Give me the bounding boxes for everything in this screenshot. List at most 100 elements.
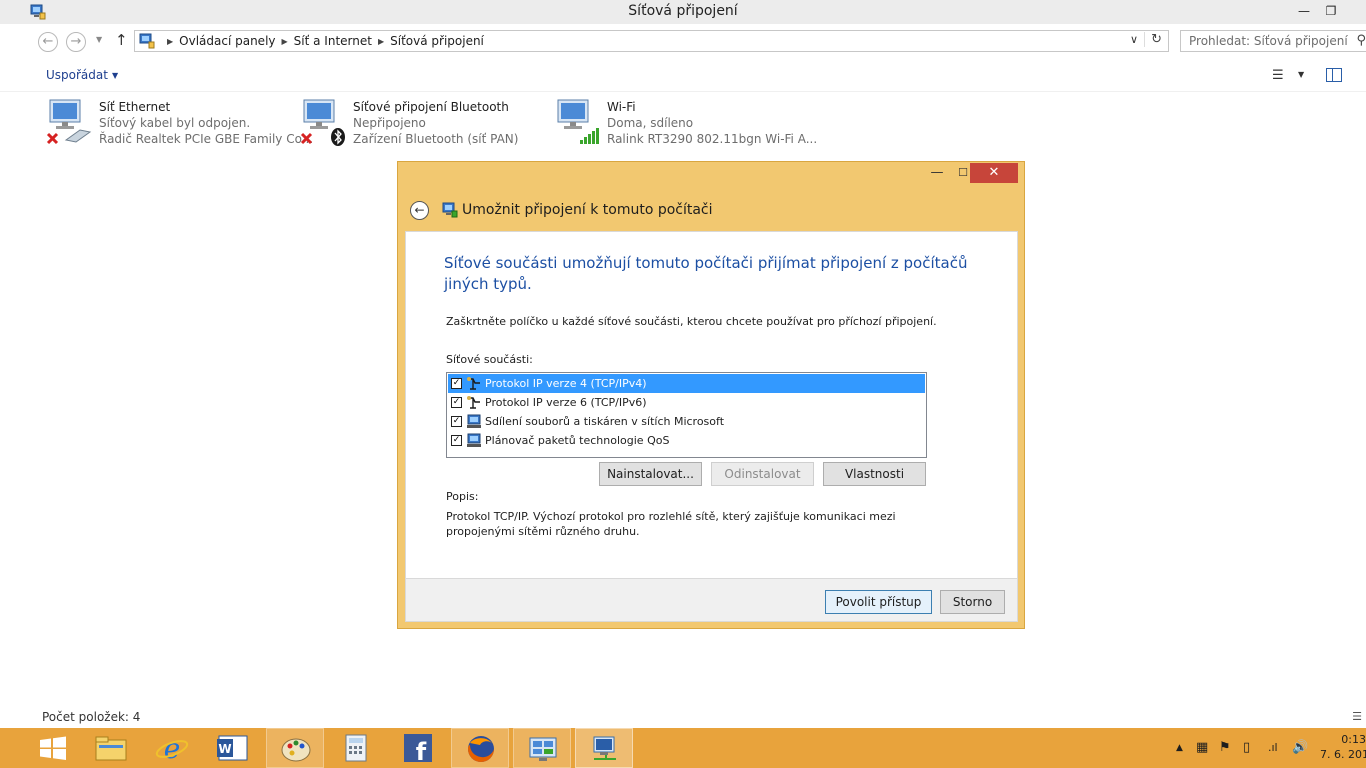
dialog-instruction: Zaškrtněte políčko u každé síťové součás… [446,315,937,328]
change-view-icon[interactable]: ☰ [1272,68,1284,83]
chevron-right-icon[interactable]: ▶ [282,37,288,46]
properties-button[interactable]: Vlastnosti [823,462,926,486]
list-item[interactable]: ✓ Protokol IP verze 4 (TCP/IPv4) [448,374,925,393]
incoming-connection-dialog: — ☐ ✕ ← Umožnit připojení k tomuto počít… [397,161,1025,629]
chevron-right-icon[interactable]: ▶ [167,37,173,46]
organize-menu-button[interactable]: Uspořádat ▼ [46,68,118,82]
connection-item-wifi[interactable]: Wi-Fi Doma, sdíleno Ralink RT3290 802.11… [554,96,817,150]
dialog-back-button[interactable]: ← [410,201,429,220]
status-bar: Počet položek: 4 ☰ [0,706,1366,728]
ethernet-adapter-icon [46,99,92,145]
breadcrumb-network-connections[interactable]: Síťová připojení [390,34,484,48]
taskbar-firefox[interactable] [451,728,509,768]
show-hidden-icons-button[interactable]: ▲ [1176,743,1183,753]
view-options-dropdown[interactable]: ▼ [1298,70,1304,79]
dialog-minimize-button[interactable]: — [925,164,949,184]
connection-item-bluetooth[interactable]: Síťové připojení Bluetooth Nepřipojeno Z… [300,96,550,150]
refresh-button[interactable]: ↻ [1144,32,1162,47]
breadcrumb-control-panel[interactable]: Ovládací panely [179,34,275,48]
clock-time: 0:13 [1341,733,1366,746]
volume-icon[interactable]: 🔊 [1292,740,1308,755]
components-label: Síťové součásti: [446,353,533,366]
checkbox[interactable]: ✓ [451,435,462,446]
uninstall-button[interactable]: Odinstalovat [711,462,814,486]
clock-date: 7. 6. 2014 [1320,748,1366,761]
taskbar-control-panel[interactable] [513,728,571,768]
address-history-dropdown[interactable]: ∨ [1130,33,1138,46]
window-title: Síťová připojení [628,3,738,19]
bluetooth-adapter-icon [300,99,345,146]
taskbar-facebook[interactable]: f [389,728,447,768]
list-item[interactable]: ✓ Sdílení souborů a tiskáren v sítích Mi… [448,412,925,431]
restore-button[interactable]: ❐ [1320,2,1342,20]
checkbox[interactable]: ✓ [451,416,462,427]
details-view-icon[interactable]: ☰ [1352,710,1362,723]
connection-text: Wi-Fi Doma, sdíleno Ralink RT3290 802.11… [607,99,817,147]
taskbar-internet-explorer[interactable]: e [143,728,201,768]
file-explorer-icon [95,736,127,761]
action-center-flag-icon[interactable]: ⚑ [1219,740,1231,755]
cancel-button[interactable]: Storno [940,590,1005,614]
breadcrumb-network-internet[interactable]: Síť a Internet [294,34,372,48]
description-text: Protokol TCP/IP. Výchozí protokol pro ro… [446,510,896,538]
service-icon [467,414,481,428]
start-button[interactable] [24,728,82,768]
taskbar-word[interactable]: W [203,728,261,768]
chevron-right-icon[interactable]: ▶ [378,37,384,46]
taskbar-paint[interactable] [266,728,324,768]
connection-name: Síť Ethernet [99,100,171,114]
paint-icon [281,738,311,762]
connection-device: Zařízení Bluetooth (síť PAN) [353,132,519,146]
recent-locations-button[interactable]: ▼ [96,35,102,44]
dialog-title: Umožnit připojení k tomuto počítači [462,202,713,218]
service-icon [467,433,481,447]
taskbar-network-connections[interactable] [575,728,633,768]
address-bar[interactable]: ▶ Ovládací panely ▶ Síť a Internet ▶ Síťová p… [134,30,1169,52]
control-panel-icon [139,33,155,49]
keyboard-layout-icon[interactable]: ▦ [1196,740,1208,755]
close-icon: ✕ [988,165,1000,180]
word-icon: W [217,735,248,761]
network-connections-icon [593,736,616,760]
back-button[interactable]: ← [38,32,58,52]
component-label: Protokol IP verze 6 (TCP/IPv6) [485,396,647,409]
connection-status: Doma, sdíleno [607,116,694,130]
chevron-down-icon: ∨ [1129,33,1138,46]
taskbar-file-explorer[interactable] [82,728,140,768]
dialog-close-button[interactable]: ✕ [970,163,1018,183]
dialog-content: Síťové součásti umožňují tomuto počítači… [405,231,1018,579]
preview-pane-icon[interactable] [1326,68,1342,82]
up-button[interactable]: ↑ [115,31,128,49]
checkbox[interactable]: ✓ [451,378,462,389]
breadcrumb: ▶ Ovládací panely ▶ Síť a Internet ▶ Síťová p… [161,34,484,48]
dialog-heading: Síťové součásti umožňují tomuto počítači… [444,254,968,293]
taskbar-calculator[interactable] [327,728,385,768]
minimize-button[interactable]: — [1293,2,1315,20]
battery-icon[interactable]: ▯ [1243,740,1250,755]
search-input[interactable]: Prohledat: Síťová připojení ⚲ [1180,30,1366,52]
protocol-icon [467,377,480,390]
connection-device: Ralink RT3290 802.11bgn Wi-Fi A... [607,132,818,146]
allow-access-button[interactable]: Povolit přístup [825,590,932,614]
control-panel-icon [529,737,557,761]
list-item[interactable]: ✓ Protokol IP verze 6 (TCP/IPv6) [448,393,925,412]
connection-item-ethernet[interactable]: Síť Ethernet Síťový kabel byl odpojen. Ř… [46,96,313,150]
search-icon[interactable]: ⚲ [1356,33,1366,48]
network-signal-icon[interactable]: .ıl [1268,741,1278,754]
list-item[interactable]: ✓ Plánovač paketů technologie QoS [448,431,925,450]
components-list[interactable]: ✓ Protokol IP verze 4 (TCP/IPv4) ✓ Proto… [446,372,927,458]
search-placeholder: Prohledat: Síťová připojení [1189,34,1348,48]
taskbar-clock[interactable]: 0:13 7. 6. 2014 [1320,732,1366,762]
install-button[interactable]: Nainstalovat... [599,462,702,486]
connection-device: Řadič Realtek PCIe GBE Family Co... [99,132,314,146]
dialog-footer: Povolit přístup Storno [405,579,1018,622]
connection-status: Síťový kabel byl odpojen. [99,116,251,130]
command-bar: Uspořádat ▼ ☰ ▼ [0,58,1366,92]
component-label: Plánovač paketů technologie QoS [485,434,670,447]
internet-explorer-icon: e [155,732,189,765]
taskbar: e W f ▲ ▦ ⚑ ▯ .ıl 🔊 0:13 7. 6. 2014 [0,728,1366,768]
connection-status: Nepřipojeno [353,116,426,130]
forward-button[interactable]: → [66,32,86,52]
checkbox[interactable]: ✓ [451,397,462,408]
network-connections-icon [442,202,458,218]
